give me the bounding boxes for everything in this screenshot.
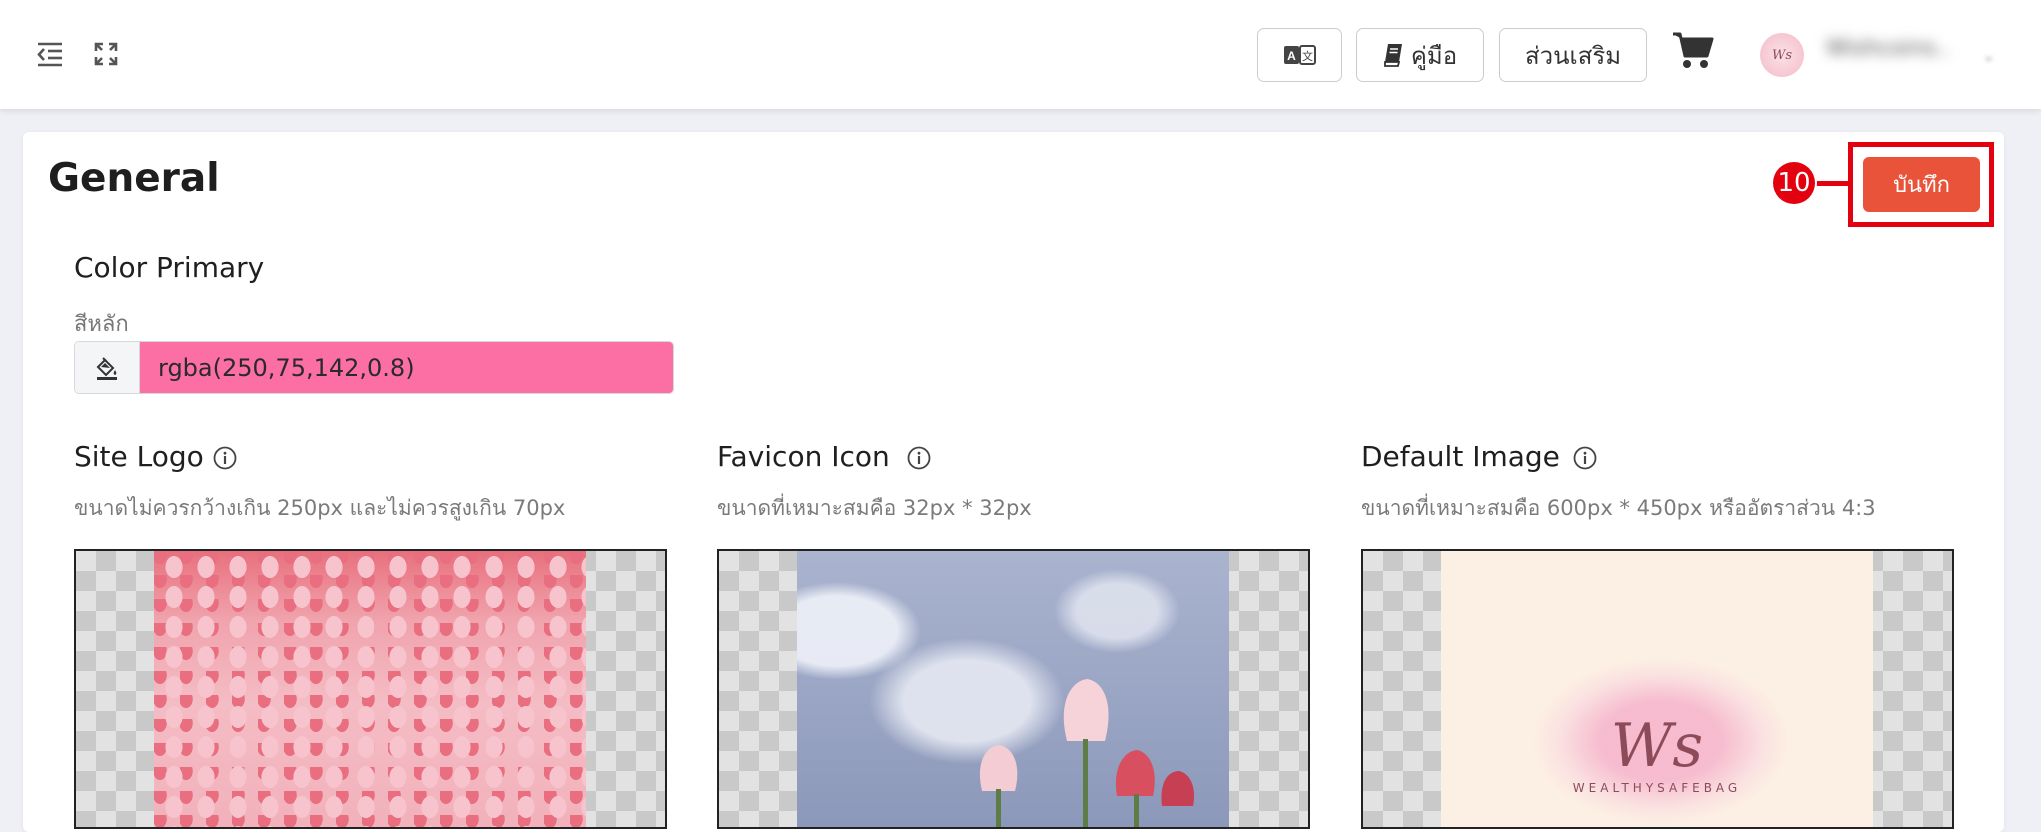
fullscreen-icon[interactable] (91, 39, 121, 69)
avatar-initials: Ws (1771, 47, 1793, 63)
username[interactable]: Wishcoins.. (1826, 36, 1956, 66)
default-image-preview: Ws WEALTHYSAFEBAG (1441, 551, 1873, 827)
default-image-hint: ขนาดที่เหมาะสมคือ 600px * 450px หรืออัตร… (1361, 496, 1876, 520)
info-icon[interactable] (907, 446, 931, 470)
brand-logo-mark: Ws (1610, 711, 1704, 781)
avatar[interactable]: Ws (1760, 33, 1804, 77)
info-icon[interactable] (1573, 446, 1597, 470)
addons-label: ส่วนเสริม (1524, 41, 1622, 70)
info-icon[interactable] (213, 446, 237, 470)
svg-text:文: 文 (1302, 49, 1313, 63)
favicon-title: Favicon Icon (717, 440, 890, 473)
color-primary-title: Color Primary (74, 251, 265, 284)
color-primary-value[interactable]: rgba(250,75,142,0.8) (140, 342, 673, 393)
paint-bucket-icon (96, 356, 117, 380)
top-navbar: A 文 คู่มือ ส่วนเสริม Ws Wishcoins.. ⌄ (0, 0, 2041, 109)
manual-button[interactable]: คู่มือ (1356, 28, 1484, 82)
cart-icon[interactable] (1672, 30, 1714, 70)
site-logo-title: Site Logo (74, 440, 204, 473)
color-picker-button[interactable] (75, 342, 140, 393)
favicon-hint: ขนาดที่เหมาะสมคือ 32px * 32px (717, 496, 1032, 520)
translate-icon: A 文 (1283, 45, 1316, 65)
save-button[interactable]: บันทึก (1863, 157, 1980, 212)
site-logo-preview (154, 551, 586, 827)
brand-logo-caption: WEALTHYSAFEBAG (1572, 781, 1742, 795)
color-primary-sublabel: สีหลัก (74, 312, 129, 337)
default-image-upload[interactable]: Ws WEALTHYSAFEBAG (1361, 549, 1954, 829)
favicon-preview (797, 551, 1229, 827)
default-image-title: Default Image (1361, 440, 1560, 473)
addons-button[interactable]: ส่วนเสริม (1499, 28, 1647, 82)
site-logo-upload[interactable] (74, 549, 667, 829)
user-menu-caret-icon[interactable]: ⌄ (1982, 46, 1995, 65)
book-icon (1383, 44, 1402, 67)
menu-collapse-icon[interactable] (35, 39, 65, 69)
manual-label: คู่มือ (1410, 41, 1458, 70)
svg-text:A: A (1287, 49, 1296, 63)
site-logo-hint: ขนาดไม่ควรกว้างเกิน 250px และไม่ควรสูงเก… (74, 496, 566, 520)
favicon-upload[interactable] (717, 549, 1310, 829)
step-connector-line (1812, 181, 1850, 186)
step-number-badge: 10 (1773, 162, 1815, 204)
language-button[interactable]: A 文 (1257, 28, 1342, 82)
page-title: General (48, 156, 220, 201)
color-primary-input[interactable]: rgba(250,75,142,0.8) (74, 341, 674, 394)
tulip-illustration (979, 679, 1195, 827)
